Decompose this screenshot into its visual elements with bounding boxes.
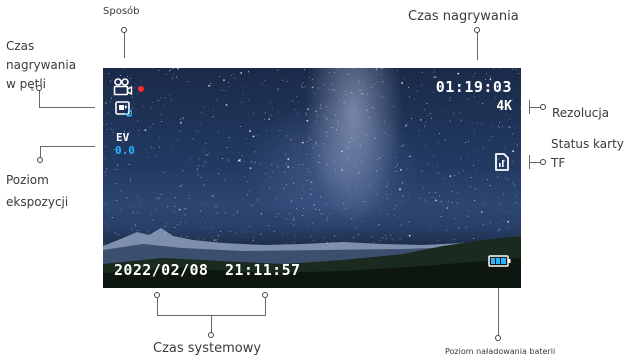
record-time-callout-dot bbox=[474, 27, 480, 33]
mode-label: Sposób bbox=[103, 6, 140, 17]
system-time-bottom-dot bbox=[208, 332, 214, 338]
exposure-label: Poziom ekspozycji bbox=[6, 171, 68, 212]
recording-dot-icon bbox=[138, 86, 144, 92]
record-time-callout-line bbox=[477, 30, 478, 60]
resolution-label: Rezolucja bbox=[552, 106, 610, 120]
resolution-callout-dot bbox=[540, 104, 546, 110]
exposure-callout-line-h bbox=[40, 146, 95, 147]
camera-screen: EV 0.0 01:19:03 4K 2022/02/08 21:11:57 bbox=[103, 68, 521, 288]
card-label-line2: TF bbox=[551, 156, 566, 170]
resolution-value: 4K bbox=[496, 99, 512, 114]
loop-label-line2: nagrywania bbox=[6, 58, 77, 72]
battery-icon bbox=[488, 255, 511, 267]
exposure-label-line1: Poziom bbox=[6, 173, 49, 187]
recording-time: 01:19:03 bbox=[435, 78, 512, 96]
loop-callout-line-h bbox=[39, 107, 95, 108]
system-time-label: Czas systemowy bbox=[153, 341, 262, 356]
sd-card-icon bbox=[495, 153, 509, 171]
loop-recording-icon bbox=[115, 101, 132, 117]
tf-callout-dot bbox=[540, 159, 546, 165]
battery-level-label: Poziom naładowania baterii bbox=[445, 347, 556, 356]
card-label-line1: Status karty bbox=[551, 137, 624, 151]
exposure-label-line2: ekspozycji bbox=[6, 195, 69, 209]
loop-label-line3: w pętli bbox=[6, 77, 47, 91]
night-sky-background bbox=[103, 68, 521, 288]
tf-card-status-label: Status karty TF bbox=[551, 135, 624, 173]
battery-callout-dot-bottom bbox=[495, 335, 501, 341]
system-clock: 21:11:57 bbox=[225, 261, 301, 279]
loop-label-line1: Czas bbox=[6, 39, 35, 53]
record-time-label: Czas nagrywania bbox=[408, 9, 519, 24]
system-date: 2022/02/08 bbox=[114, 261, 209, 279]
mode-callout-dot bbox=[121, 27, 127, 33]
video-camera-icon bbox=[113, 78, 133, 96]
system-time-line-left bbox=[157, 297, 158, 315]
mode-callout-line bbox=[124, 30, 125, 58]
loop-callout-dot bbox=[36, 85, 42, 91]
system-time-line-right bbox=[265, 297, 266, 315]
ev-label: EV bbox=[116, 131, 130, 144]
ev-value: 0.0 bbox=[115, 144, 135, 157]
exposure-callout-dot bbox=[37, 157, 43, 163]
